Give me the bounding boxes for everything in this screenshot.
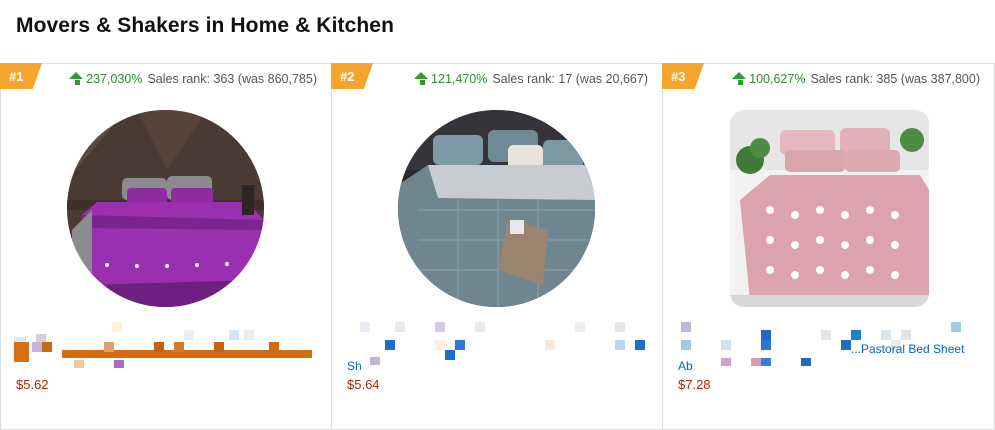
rank-badge: #2 — [331, 63, 373, 89]
product-title-redacted[interactable] — [14, 322, 319, 368]
percent-change: 121,470% — [431, 72, 488, 86]
product-title-fragment[interactable]: Sh — [347, 359, 362, 373]
product-cards: #1 237,030% Sales rank: 363 (was 860,785… — [0, 63, 995, 430]
rank-badge: #1 — [0, 63, 42, 89]
rank-change: 121,470% Sales rank: 17 (was 20,667) — [414, 72, 648, 86]
sales-rank: Sales rank: 17 (was 20,667) — [492, 72, 648, 86]
product-price: $7.28 — [678, 377, 711, 392]
up-arrow-icon — [414, 72, 430, 85]
percent-change: 237,030% — [86, 72, 143, 86]
product-title-fragment-start[interactable]: Ab — [678, 359, 693, 373]
product-price: $5.64 — [347, 377, 380, 392]
rank-change: 100,627% Sales rank: 385 (was 387,800) — [732, 72, 980, 86]
sales-rank: Sales rank: 385 (was 387,800) — [810, 72, 980, 86]
product-title-redacted[interactable] — [345, 322, 650, 365]
product-card-3[interactable]: #3 100,627% Sales rank: 385 (was 387,800… — [662, 63, 995, 430]
product-image[interactable] — [398, 110, 595, 307]
movers-shakers-widget: Movers & Shakers in Home & Kitchen #1 23… — [0, 0, 995, 430]
product-card-1[interactable]: #1 237,030% Sales rank: 363 (was 860,785… — [0, 63, 331, 430]
up-arrow-icon — [69, 72, 85, 85]
product-price: $5.62 — [16, 377, 49, 392]
sales-rank: Sales rank: 363 (was 860,785) — [147, 72, 317, 86]
rank-change: 237,030% Sales rank: 363 (was 860,785) — [69, 72, 317, 86]
section-title: Movers & Shakers in Home & Kitchen — [16, 14, 395, 37]
product-title-fragment-end[interactable]: ...Pastoral Bed Sheet — [851, 342, 964, 356]
product-card-2[interactable]: #2 121,470% Sales rank: 17 (was 20,667) — [331, 63, 662, 430]
product-image[interactable] — [730, 110, 929, 307]
up-arrow-icon — [732, 72, 748, 85]
product-image[interactable] — [67, 110, 264, 307]
rank-badge: #3 — [662, 63, 704, 89]
percent-change: 100,627% — [749, 72, 806, 86]
